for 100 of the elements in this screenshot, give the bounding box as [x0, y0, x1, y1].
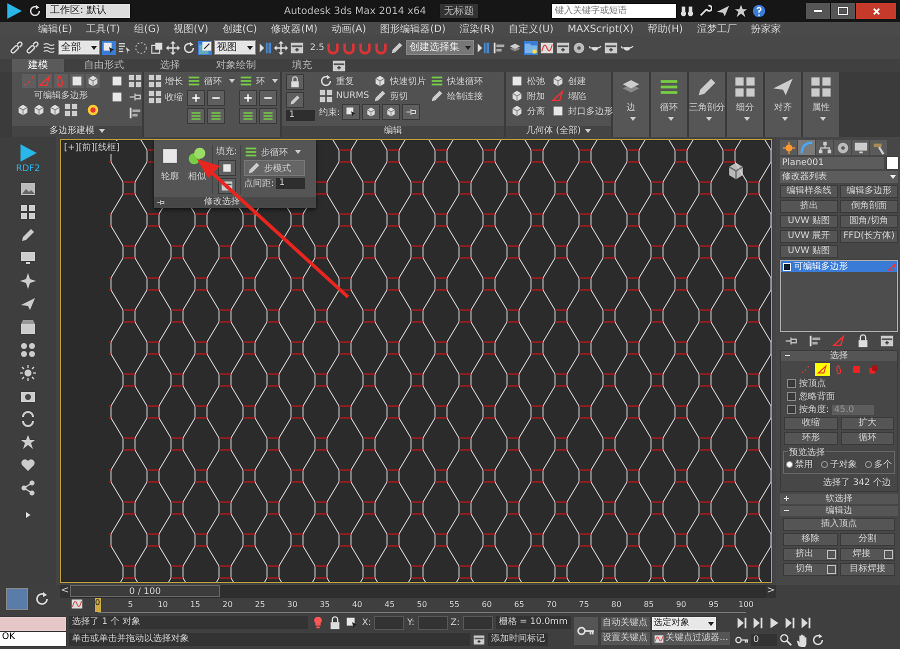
listener-output-field[interactable]: OK — [0, 632, 66, 646]
modifier-button[interactable]: 挤出 — [780, 200, 838, 213]
orbit-icon[interactable] — [811, 632, 826, 646]
modifier-button[interactable]: UVW 贴图 — [780, 215, 838, 228]
repeat-icon[interactable] — [319, 74, 333, 88]
previous-frame-button[interactable]: < — [60, 585, 70, 598]
panel-button[interactable]: 目标焊接 — [840, 563, 895, 576]
pan-icon[interactable] — [795, 632, 810, 646]
select-by-name-icon[interactable] — [118, 40, 132, 54]
compass-icon[interactable] — [20, 273, 36, 289]
grow-button[interactable]: 增长 — [148, 74, 183, 88]
layers-icon[interactable] — [508, 40, 522, 54]
frame-marker[interactable]: 0 — [95, 598, 101, 612]
menu-item[interactable]: 渲染(R) — [460, 22, 494, 36]
minus-icon[interactable] — [259, 90, 277, 106]
curve-editor-icon[interactable] — [540, 40, 554, 54]
panel-button[interactable]: 扩大 — [840, 417, 894, 430]
align-icon[interactable] — [492, 40, 506, 54]
wrench-icon[interactable] — [698, 4, 712, 18]
ribbon-large-button[interactable]: 循环 — [651, 72, 687, 137]
play-logo-icon[interactable] — [18, 143, 38, 163]
close-button[interactable] — [856, 3, 896, 19]
checkbox[interactable] — [787, 392, 796, 401]
outline-button[interactable]: 轮廓 — [158, 145, 182, 194]
named-selection-dropdown[interactable]: 创建选择集 — [406, 40, 474, 55]
light-icon[interactable] — [20, 365, 36, 381]
edge-level-icon[interactable] — [814, 363, 830, 376]
tool-button[interactable]: 塌陷 — [551, 89, 613, 103]
stack-item[interactable]: 可编辑多边形 — [781, 261, 897, 272]
menu-item[interactable]: 编辑(E) — [38, 22, 72, 36]
tool-button[interactable]: 剪切 — [373, 89, 426, 103]
element-level-icon[interactable] — [86, 74, 100, 88]
undo-circle-icon[interactable] — [34, 591, 50, 607]
tool-button[interactable]: 快速切片 — [373, 74, 426, 88]
panel-button[interactable]: 挤出 — [783, 548, 838, 561]
coordinate-system-dropdown[interactable]: 视图 — [214, 40, 256, 55]
ring-dropdown[interactable]: 环 — [239, 74, 278, 88]
next-frame-button[interactable]: > — [766, 585, 776, 598]
step-mode-button[interactable]: 步模式 — [244, 160, 306, 176]
rollout-header[interactable]: 编辑边 — [780, 506, 898, 516]
tool-button[interactable]: 分离 — [510, 104, 545, 118]
panel-button[interactable]: 移除 — [783, 533, 838, 546]
panels-icon[interactable] — [20, 204, 36, 220]
binoculars-icon[interactable] — [680, 4, 694, 18]
minus-icon[interactable] — [207, 90, 225, 106]
share-icon[interactable] — [20, 480, 36, 496]
menu-item[interactable]: 扮家家 — [750, 22, 781, 36]
selection-filter-dropdown[interactable]: 全部 — [58, 40, 100, 55]
radio-option[interactable]: 多个 — [865, 458, 892, 471]
tool-button[interactable]: 创建 — [551, 74, 613, 88]
menu-item[interactable]: 视图(V) — [174, 22, 208, 36]
ribbon-tab[interactable]: 对象绘制 — [200, 59, 272, 72]
menu-item[interactable]: 创建(C) — [222, 22, 258, 36]
radio-option[interactable]: 子对象 — [821, 458, 857, 471]
ribbon-tab[interactable]: 建模 — [12, 59, 64, 72]
object-color-swatch[interactable] — [887, 157, 898, 169]
panel-button[interactable]: 收缩 — [784, 417, 838, 430]
auto-key-button[interactable]: 自动关键点 — [600, 617, 650, 630]
rotate-icon[interactable] — [182, 40, 196, 54]
step-loop-icon[interactable] — [244, 145, 258, 159]
polygon-level-icon[interactable] — [70, 74, 84, 88]
mirror-icon[interactable] — [476, 40, 490, 54]
listener-input-field[interactable] — [0, 616, 66, 630]
y-field[interactable] — [418, 616, 448, 630]
menu-item[interactable]: 渲梦工厂 — [696, 22, 737, 36]
x-field[interactable] — [374, 616, 404, 630]
pencil-icon[interactable] — [286, 92, 304, 108]
menu-item[interactable]: 自定义(U) — [508, 22, 554, 36]
lock-icon[interactable] — [286, 74, 304, 90]
ribbon-large-button[interactable]: 对齐 — [765, 72, 801, 137]
panel-button[interactable]: 焊接 — [840, 548, 895, 561]
rollout-header[interactable]: 选择 — [781, 351, 897, 361]
panel-button[interactable]: 循环 — [840, 432, 894, 445]
select-object-icon[interactable] — [102, 40, 116, 54]
cycle-icon[interactable] — [20, 411, 36, 427]
time-slider-thumb[interactable]: 0 / 100 — [70, 585, 220, 597]
modifier-list-dropdown[interactable]: 修改器列表 — [780, 171, 898, 183]
modifier-button[interactable]: 倒角剖面 — [840, 200, 898, 213]
tool-button[interactable]: 快速循环 — [430, 74, 484, 88]
ribbon-tab[interactable]: 选择 — [144, 59, 196, 72]
modifier-button[interactable]: UVW 展开 — [780, 230, 838, 243]
object-name-field[interactable]: Plane001 — [780, 157, 884, 169]
panel-button[interactable]: 环形 — [784, 432, 838, 445]
undo-icon[interactable] — [28, 4, 42, 18]
airplane-icon[interactable] — [20, 296, 36, 312]
menu-item[interactable]: MAXScript(X) — [568, 24, 634, 34]
scale-icon[interactable] — [198, 40, 212, 54]
radio-option[interactable]: 禁用 — [786, 458, 813, 471]
set-key-button[interactable]: 设置关键点 — [600, 632, 650, 645]
box-icon[interactable] — [20, 319, 36, 335]
maximize-button[interactable] — [831, 3, 855, 19]
viewport-label[interactable]: [+][前][线框] — [64, 141, 120, 154]
z-field[interactable] — [462, 616, 493, 630]
workspace-dropdown[interactable]: 工作区: 默认 — [46, 4, 130, 18]
next-key-icon[interactable] — [783, 616, 798, 630]
minimize-button[interactable] — [806, 3, 830, 19]
menu-item[interactable]: 帮助(H) — [648, 22, 683, 36]
dots-grid-icon[interactable] — [20, 342, 36, 358]
group-title[interactable]: 编辑 — [384, 126, 402, 136]
current-frame-field[interactable]: 0 — [751, 634, 778, 646]
